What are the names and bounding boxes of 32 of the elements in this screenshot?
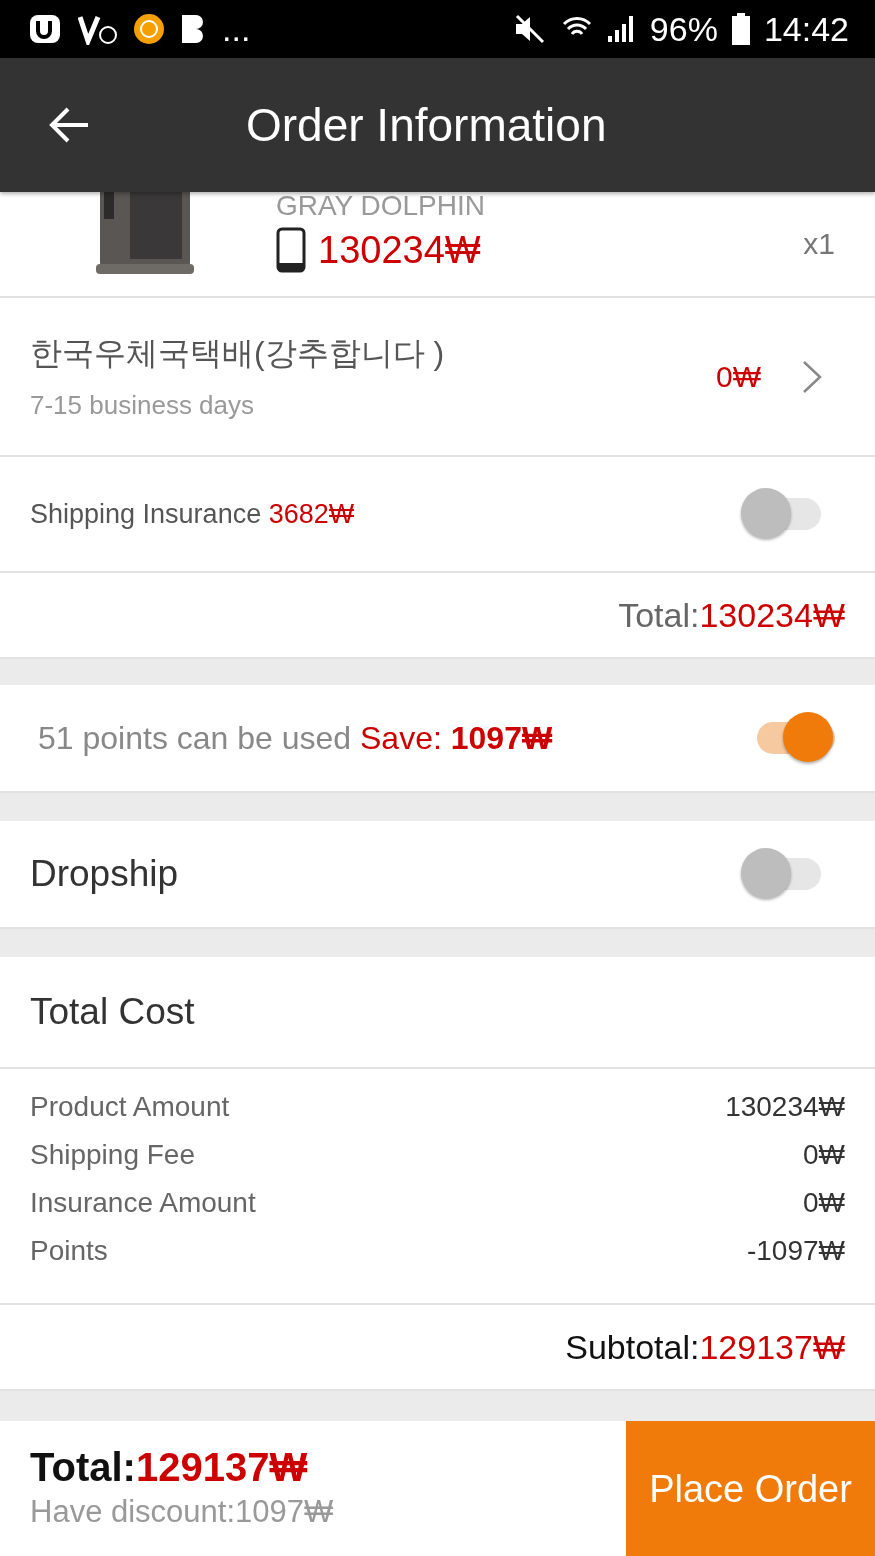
cost-label: Shipping Fee [30,1139,195,1171]
section-title: Total Cost [30,991,195,1033]
shipping-method: 한국우체국택배(강추합니다 ) [30,334,446,373]
insurance-label: Shipping Insurance 3682₩ [30,498,356,530]
product-price: 130234₩ [318,228,481,272]
discount-note: Have discount:1097₩ [30,1494,335,1530]
signal-icon [605,14,636,44]
cost-value: 130234₩ [725,1091,845,1123]
cost-label: Product Amount [30,1091,230,1123]
cost-value: 0₩ [803,1187,845,1219]
dropship-label: Dropship [30,853,180,895]
page-title: Order Information [246,98,607,152]
shipping-method-row[interactable]: 한국우체국택배(강추합니다 ) 7-15 business days 0₩ [0,298,875,457]
clock: 14:42 [763,9,849,49]
order-total: Total:130234₩ [617,595,845,635]
subtotal: Subtotal:129137₩ [564,1327,845,1367]
cost-label: Points [30,1235,108,1267]
cost-label: Insurance Amount [30,1187,256,1219]
quantity: x1 [803,227,835,261]
product-name: GRAY DOLPHIN [276,191,486,221]
alarm-app-icon [132,13,166,45]
cost-value: -1097₩ [746,1235,845,1267]
points-message: 51 points can be used Save: 1097₩ [38,719,554,757]
more-notifications: ... [222,9,251,49]
cost-value: 0₩ [803,1139,845,1171]
grand-total: Total:129137₩ [30,1445,309,1490]
phone-icon [276,227,306,273]
battery-icon [731,13,750,45]
app-icon [78,13,118,45]
delivery-time: 7-15 business days [30,390,256,421]
shipping-fee: 0₩ [716,359,761,394]
battery-percentage: 96% [649,9,718,49]
